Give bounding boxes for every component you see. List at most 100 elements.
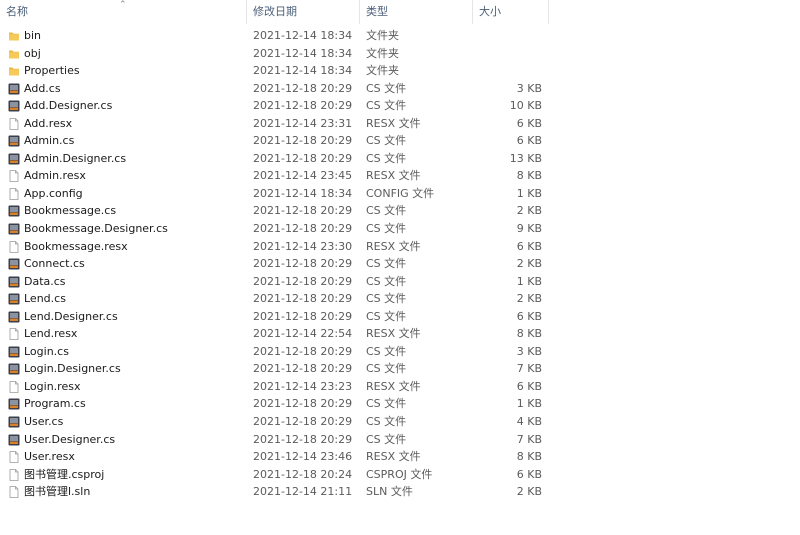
- column-header-size-label: 大小: [479, 5, 501, 18]
- file-size: 7 KB: [516, 432, 542, 446]
- file-type: RESX 文件: [366, 450, 421, 464]
- file-row[interactable]: User.Designer.cs 2021-12-18 20:29 CS 文件 7 K…: [0, 431, 560, 449]
- file-row[interactable]: Bookmessage.Designer.cs 2021-12-18 20:29 C…: [0, 220, 560, 238]
- file-row[interactable]: Connect.cs 2021-12-18 20:29 CS 文件 2 KB: [0, 255, 560, 273]
- file-row[interactable]: Bookmessage.cs 2021-12-18 20:29 CS 文件 2 KB: [0, 202, 560, 220]
- file-modified-date: 2021-12-18 20:29: [253, 292, 353, 306]
- file-type: CS 文件: [366, 99, 407, 113]
- file-type: CS 文件: [366, 432, 407, 446]
- file-modified-date: 2021-12-18 20:29: [253, 415, 353, 429]
- file-row[interactable]: Login.cs 2021-12-18 20:29 CS 文件 3 KB: [0, 343, 560, 361]
- cs-file-icon: [8, 100, 20, 112]
- file-type: CS 文件: [366, 134, 407, 148]
- column-header-date[interactable]: 修改日期: [247, 0, 360, 24]
- file-name: Bookmessage.Designer.cs: [24, 222, 168, 236]
- file-size: 8 KB: [516, 450, 542, 464]
- file-name: Bookmessage.cs: [24, 204, 117, 218]
- file-type: CS 文件: [366, 292, 407, 306]
- file-row[interactable]: Login.Designer.cs 2021-12-18 20:29 CS 文件 7 …: [0, 360, 560, 378]
- file-name: 图书管理l.sln: [24, 485, 91, 499]
- file-modified-date: 2021-12-14 18:34: [253, 46, 353, 60]
- file-size: 2 KB: [516, 292, 542, 306]
- blank-file-icon: [8, 381, 20, 393]
- file-modified-date: 2021-12-18 20:29: [253, 222, 353, 236]
- file-row[interactable]: Admin.Designer.cs 2021-12-18 20:29 CS 文件 13…: [0, 150, 560, 168]
- file-size: 9 KB: [516, 222, 542, 236]
- blank-file-icon: [8, 451, 20, 464]
- file-type: CONFIG 文件: [366, 186, 435, 200]
- blank-file-icon: [8, 188, 20, 200]
- file-row[interactable]: Bookmessage.resx 2021-12-14 23:30 RESX 文件 6…: [0, 238, 560, 256]
- file-size: 13 KB: [509, 151, 542, 165]
- file-name: Login.cs: [24, 344, 69, 358]
- cs-file-icon: [8, 363, 20, 375]
- file-name: Program.cs: [24, 397, 86, 411]
- file-size: 6 KB: [516, 116, 542, 130]
- cs-file-icon: [8, 346, 20, 358]
- file-row[interactable]: obj 2021-12-14 18:34 文件夹: [0, 45, 560, 63]
- column-header-size[interactable]: 大小: [473, 0, 549, 24]
- file-size: 1 KB: [516, 397, 542, 411]
- file-type: 文件夹: [366, 29, 399, 42]
- file-modified-date: 2021-12-18 20:29: [253, 397, 353, 411]
- file-type: RESX 文件: [366, 379, 421, 393]
- file-row[interactable]: Add.resx 2021-12-14 23:31 RESX 文件 6 KB: [0, 115, 560, 133]
- file-size: 2 KB: [516, 204, 542, 218]
- file-row[interactable]: Properties 2021-12-14 18:34 文件夹: [0, 62, 560, 80]
- file-size: 1 KB: [516, 186, 542, 200]
- file-modified-date: 2021-12-18 20:29: [253, 81, 353, 95]
- file-type: SLN 文件: [366, 485, 413, 499]
- file-size: 2 KB: [516, 485, 542, 499]
- file-row[interactable]: 图书管理.csproj 2021-12-18 20:24 CSPROJ 文件 6 KB: [0, 466, 560, 484]
- file-row[interactable]: Login.resx 2021-12-14 23:23 RESX 文件 6 KB: [0, 378, 560, 396]
- file-modified-date: 2021-12-14 23:45: [253, 169, 353, 183]
- file-size: 3 KB: [516, 81, 542, 95]
- column-header-type[interactable]: 类型: [360, 0, 473, 24]
- file-row[interactable]: Lend.resx 2021-12-14 22:54 RESX 文件 8 KB: [0, 325, 560, 343]
- file-row[interactable]: Data.cs 2021-12-18 20:29 CS 文件 1 KB: [0, 273, 560, 291]
- file-name: Lend.Designer.cs: [24, 309, 118, 323]
- file-name: Lend.resx: [24, 327, 78, 341]
- file-size: 8 KB: [516, 327, 542, 341]
- file-modified-date: 2021-12-18 20:29: [253, 344, 353, 358]
- file-type: CS 文件: [366, 81, 407, 95]
- sort-ascending-icon: ⌃: [119, 0, 127, 10]
- cs-file-icon: [8, 416, 20, 428]
- column-header-date-label: 修改日期: [253, 5, 297, 18]
- file-size: 1 KB: [516, 274, 542, 288]
- file-modified-date: 2021-12-14 23:30: [253, 239, 353, 253]
- file-name: Connect.cs: [24, 257, 85, 271]
- file-name: Data.cs: [24, 274, 66, 288]
- file-name: Admin.Designer.cs: [24, 151, 127, 165]
- file-size: 2 KB: [516, 257, 542, 271]
- file-row[interactable]: App.config 2021-12-14 18:34 CONFIG 文件 1 KB: [0, 185, 560, 203]
- file-row[interactable]: Admin.resx 2021-12-14 23:45 RESX 文件 8 KB: [0, 167, 560, 185]
- file-row[interactable]: Lend.cs 2021-12-18 20:29 CS 文件 2 KB: [0, 290, 560, 308]
- file-modified-date: 2021-12-14 22:54: [253, 327, 353, 341]
- file-row[interactable]: bin 2021-12-14 18:34 文件夹: [0, 27, 560, 45]
- file-modified-date: 2021-12-18 20:29: [253, 309, 353, 323]
- file-row[interactable]: User.cs 2021-12-18 20:29 CS 文件 4 KB: [0, 413, 560, 431]
- file-modified-date: 2021-12-18 20:29: [253, 362, 353, 376]
- file-row[interactable]: 图书管理l.sln 2021-12-14 21:11 SLN 文件 2 KB: [0, 483, 560, 501]
- file-modified-date: 2021-12-14 18:34: [253, 29, 353, 42]
- file-name: Properties: [24, 64, 80, 78]
- file-row[interactable]: Add.cs 2021-12-18 20:29 CS 文件 3 KB: [0, 80, 560, 98]
- blank-file-icon: [8, 328, 20, 341]
- file-modified-date: 2021-12-18 20:29: [253, 99, 353, 113]
- file-row[interactable]: Admin.cs 2021-12-18 20:29 CS 文件 6 KB: [0, 132, 560, 150]
- column-header-name[interactable]: 名称 ⌃: [0, 0, 247, 24]
- file-size: 4 KB: [516, 415, 542, 429]
- file-row[interactable]: User.resx 2021-12-14 23:46 RESX 文件 8 KB: [0, 448, 560, 466]
- file-row[interactable]: Lend.Designer.cs 2021-12-18 20:29 CS 文件 6 K…: [0, 308, 560, 326]
- file-type: CS 文件: [366, 397, 407, 411]
- file-name: Login.resx: [24, 379, 81, 393]
- file-row[interactable]: Add.Designer.cs 2021-12-18 20:29 CS 文件 10 K…: [0, 97, 560, 115]
- cs-file-icon: [8, 311, 20, 323]
- column-header-name-label: 名称: [6, 5, 28, 18]
- file-modified-date: 2021-12-18 20:29: [253, 134, 353, 148]
- file-row[interactable]: Program.cs 2021-12-18 20:29 CS 文件 1 KB: [0, 395, 560, 413]
- file-type: CSPROJ 文件: [366, 467, 433, 481]
- file-name: User.Designer.cs: [24, 432, 116, 446]
- folder-icon: [8, 30, 20, 42]
